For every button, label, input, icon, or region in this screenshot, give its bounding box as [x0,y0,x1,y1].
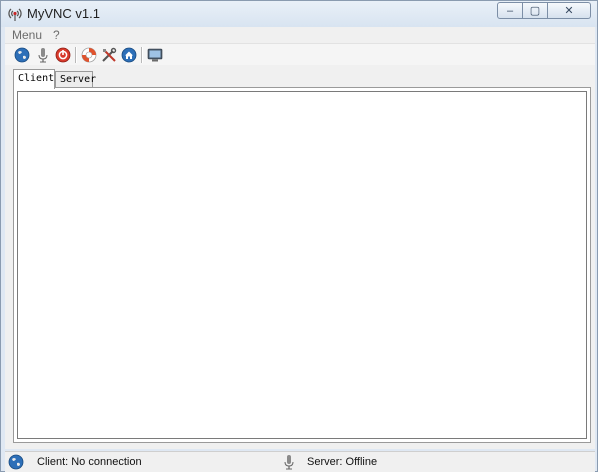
globe-icon[interactable] [14,47,30,63]
monitor-icon[interactable] [147,47,163,63]
main-window: MyVNC v1.1 ‒ ▢ ✕ Menu ? Client Server Cl… [0,0,598,472]
tools-icon[interactable] [101,47,117,63]
toolbar [5,43,595,66]
menu-item-menu[interactable]: Menu [12,28,42,42]
window-title: MyVNC v1.1 [27,6,100,21]
globe-icon [8,454,24,470]
menu-item-help[interactable]: ? [53,28,60,42]
maximize-button[interactable]: ▢ [523,2,548,19]
tab-client[interactable]: Client [13,69,55,89]
minimize-button[interactable]: ‒ [497,2,523,19]
microphone-icon[interactable] [35,47,51,63]
antenna-icon [8,8,22,21]
status-bar: Client: No connection Server: Offline [5,451,595,472]
tab-server[interactable]: Server [55,71,96,87]
client-status-text: Client: No connection [37,456,142,468]
microphone-icon [284,455,294,470]
stop-icon[interactable] [55,47,71,63]
server-status-text: Server: Offline [307,456,378,468]
toolbar-separator [75,47,77,63]
title-bar[interactable]: MyVNC v1.1 ‒ ▢ ✕ [1,1,597,27]
client-tab-panel [13,87,591,443]
window-controls: ‒ ▢ ✕ [497,2,591,20]
home-icon[interactable] [121,47,137,63]
menu-bar: Menu ? [5,27,595,43]
lifebuoy-icon[interactable] [81,47,97,63]
client-area: Client Server [5,65,595,449]
client-view-area[interactable] [17,91,587,439]
toolbar-separator [141,47,143,63]
close-button[interactable]: ✕ [548,2,591,19]
